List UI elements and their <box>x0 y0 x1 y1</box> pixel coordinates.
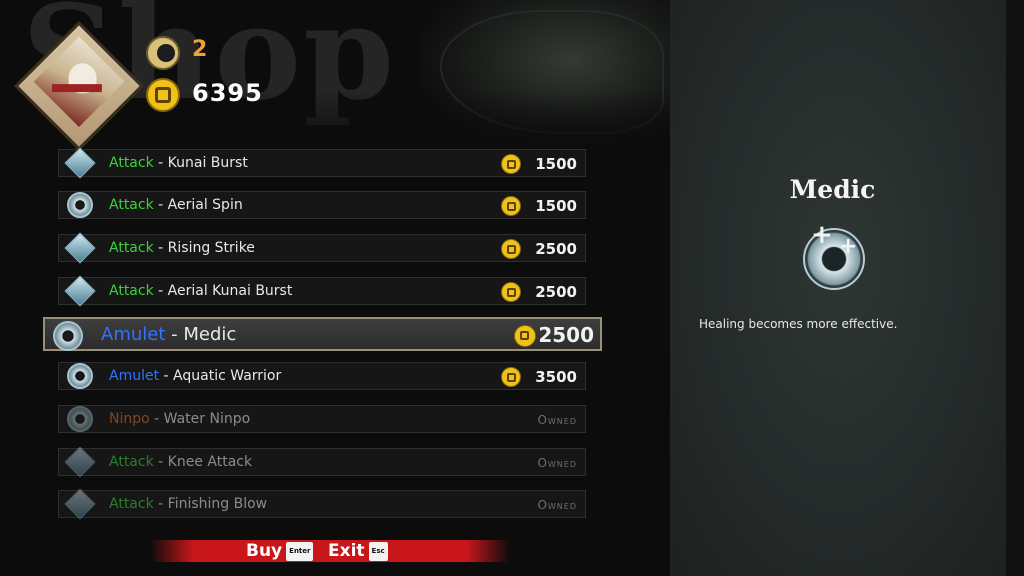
shop-item-aerial-kunai-burst[interactable]: Attack - Aerial Kunai Burst 2500 <box>58 275 586 307</box>
item-price: 1500 <box>535 197 577 215</box>
item-separator: - <box>153 240 168 256</box>
coin-icon <box>501 239 521 259</box>
detail-description: Healing becomes more effective. <box>699 317 898 331</box>
item-separator: - <box>153 496 168 512</box>
item-name: Finishing Blow <box>167 496 268 512</box>
medic-amulet-icon <box>51 319 85 353</box>
buy-button[interactable]: Buy Enter <box>246 541 314 561</box>
shop-item-finishing-blow[interactable]: Attack - Finishing Blow Owned <box>58 488 586 520</box>
item-name: Knee Attack <box>167 454 253 470</box>
item-category: Attack <box>109 197 154 213</box>
kunai-burst-icon <box>64 147 96 179</box>
item-name: Medic <box>183 324 237 345</box>
coin-icon <box>501 154 521 174</box>
detail-title: Medic <box>789 175 876 204</box>
owned-label: Owned <box>537 498 577 512</box>
coin-icon <box>514 325 536 347</box>
item-separator: - <box>153 197 168 213</box>
item-name: Aquatic Warrior <box>173 368 282 384</box>
shop-item-knee-attack[interactable]: Attack - Knee Attack Owned <box>58 446 586 478</box>
item-separator: - <box>153 155 168 171</box>
item-category: Ninpo <box>109 411 150 427</box>
coin-icon <box>501 282 521 302</box>
item-separator: - <box>153 454 168 470</box>
medic-amulet-icon <box>803 220 865 290</box>
item-separator: - <box>159 368 174 384</box>
item-price: 1500 <box>535 155 577 173</box>
aquatic-warrior-icon <box>65 361 95 391</box>
item-name: Rising Strike <box>167 240 255 256</box>
shop-item-kunai-burst[interactable]: Attack - Kunai Burst 1500 <box>58 147 586 179</box>
gold-count: 6395 <box>192 79 263 107</box>
item-category: Attack <box>109 240 154 256</box>
item-category: Amulet <box>101 324 166 345</box>
item-name: Water Ninpo <box>163 411 251 427</box>
exit-button[interactable]: Exit Esc <box>328 541 388 561</box>
shop-item-rising-strike[interactable]: Attack - Rising Strike 2500 <box>58 232 586 264</box>
moon-currency-icon <box>146 36 180 70</box>
item-price: 2500 <box>535 240 577 258</box>
item-separator: - <box>153 283 168 299</box>
item-price: 2500 <box>535 283 577 301</box>
shop-item-medic[interactable]: Amulet - Medic 2500 <box>43 317 602 351</box>
knee-attack-icon <box>64 446 96 478</box>
enter-key-icon: Enter <box>286 541 314 561</box>
shop-item-water-ninpo[interactable]: Ninpo - Water Ninpo Owned <box>58 405 586 433</box>
coin-icon <box>501 196 521 216</box>
item-category: Attack <box>109 496 154 512</box>
exit-label: Exit <box>328 541 365 561</box>
rising-strike-icon <box>64 232 96 264</box>
shop-item-aerial-spin[interactable]: Attack - Aerial Spin 1500 <box>58 191 586 219</box>
item-category: Amulet <box>109 368 160 384</box>
aerial-spin-icon <box>65 190 95 220</box>
owned-label: Owned <box>537 413 577 427</box>
item-name: Aerial Kunai Burst <box>167 283 293 299</box>
item-separator: - <box>165 324 184 345</box>
shop-item-aquatic-warrior[interactable]: Amulet - Aquatic Warrior 3500 <box>58 362 586 390</box>
finishing-blow-icon <box>64 488 96 520</box>
owned-label: Owned <box>537 456 577 470</box>
item-price: 2500 <box>538 323 594 347</box>
portrait-scarf <box>51 84 102 93</box>
aerial-kunai-burst-icon <box>64 275 96 307</box>
water-ninpo-icon <box>65 404 95 434</box>
item-category: Attack <box>109 155 154 171</box>
buy-label: Buy <box>246 541 283 561</box>
coin-icon <box>501 367 521 387</box>
item-category: Attack <box>109 283 154 299</box>
moon-currency-count: 2 <box>192 37 208 62</box>
item-name: Aerial Spin <box>167 197 243 213</box>
item-price: 3500 <box>535 368 577 386</box>
gold-coin-icon <box>146 78 180 112</box>
esc-key-icon: Esc <box>368 541 388 561</box>
item-category: Attack <box>109 454 154 470</box>
item-name: Kunai Burst <box>167 155 248 171</box>
item-separator: - <box>149 411 164 427</box>
panel-edge <box>1006 0 1024 576</box>
